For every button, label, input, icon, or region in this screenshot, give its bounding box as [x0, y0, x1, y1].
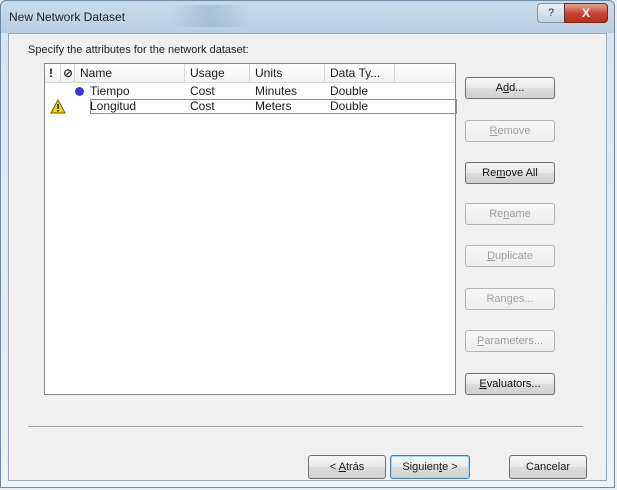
default-attribute-dot-icon: [75, 87, 84, 96]
duplicate-button[interactable]: Duplicate: [465, 245, 555, 267]
table-row[interactable]: Longitud Cost Meters Double: [45, 99, 457, 114]
close-button[interactable]: X: [564, 3, 608, 23]
ranges-button-label-rest: es...: [512, 293, 534, 305]
add-button[interactable]: Add...: [465, 77, 555, 99]
add-button-label-rest: d...: [509, 82, 525, 94]
back-button-label-rest: trás: [345, 461, 365, 473]
column-header-data-type[interactable]: Data Ty...: [325, 64, 395, 82]
footer-separator: [28, 426, 583, 428]
help-icon: ?: [547, 7, 555, 19]
rename-button-label: Re: [489, 208, 504, 220]
remove-button-label-rest: emove: [497, 125, 531, 137]
cancel-button[interactable]: Cancelar: [509, 455, 587, 479]
list-header: ! ⊘ Name Usage Units Data Ty...: [45, 64, 455, 83]
remove-all-button-label-rest: ove All: [505, 167, 538, 179]
back-button-label: <: [329, 461, 339, 473]
window-controls: ? X: [537, 3, 608, 23]
remove-button[interactable]: Remove: [465, 120, 555, 142]
attributes-list[interactable]: ! ⊘ Name Usage Units Data Ty... Tiempo C…: [44, 63, 457, 395]
warning-icon: [50, 99, 66, 114]
column-header-default[interactable]: ⊘: [61, 64, 75, 82]
parameters-button[interactable]: Parameters...: [465, 330, 555, 352]
help-button[interactable]: ?: [537, 3, 564, 23]
rename-button-label-rest: ame: [509, 208, 531, 220]
row-data-type: Double: [330, 99, 369, 113]
evaluators-button-label-rest: valuators...: [486, 378, 541, 390]
row-usage: Cost: [190, 84, 215, 98]
evaluators-button[interactable]: Evaluators...: [465, 373, 555, 395]
cancel-button-label: Cancelar: [525, 461, 571, 473]
dialog-window: New Network Dataset ? X Specify the attr…: [0, 0, 615, 488]
duplicate-button-label-rest: uplicate: [495, 250, 533, 262]
instructions-label: Specify the attributes for the network d…: [28, 44, 249, 56]
row-name: Tiempo: [90, 84, 130, 98]
column-header-name[interactable]: Name: [75, 64, 185, 82]
row-units: Minutes: [255, 84, 298, 98]
remove-all-button[interactable]: Remove All: [465, 162, 555, 184]
column-header-usage[interactable]: Usage: [185, 64, 250, 82]
add-button-label: A: [495, 82, 503, 94]
next-button-label-rest: e >: [442, 461, 458, 473]
close-icon: X: [581, 6, 590, 20]
title-bar-reflection: [171, 5, 251, 27]
window-title: New Network Dataset: [9, 10, 126, 24]
next-button[interactable]: Siguiente >: [390, 455, 470, 479]
row-data-type: Double: [330, 84, 369, 98]
rename-button[interactable]: Rename: [465, 203, 555, 225]
title-bar[interactable]: New Network Dataset ? X: [1, 1, 614, 33]
remove-all-button-label: Re: [482, 167, 497, 179]
back-button-mnemonic: A: [338, 461, 346, 473]
row-units: Meters: [255, 99, 292, 113]
parameters-button-label-rest: arameters...: [484, 335, 544, 347]
duplicate-button-mnemonic: D: [487, 250, 496, 262]
column-header-warning[interactable]: !: [45, 64, 61, 82]
back-button[interactable]: < Atrás: [308, 455, 386, 479]
ranges-button[interactable]: Ranges...: [465, 288, 555, 310]
row-name: Longitud: [90, 99, 137, 113]
row-usage: Cost: [190, 99, 215, 113]
ranges-button-label: Ran: [486, 293, 507, 305]
table-row[interactable]: Tiempo Cost Minutes Double: [45, 84, 455, 99]
evaluators-button-mnemonic: E: [479, 378, 487, 390]
next-button-label: Siguien: [402, 461, 440, 473]
column-header-units[interactable]: Units: [250, 64, 325, 82]
